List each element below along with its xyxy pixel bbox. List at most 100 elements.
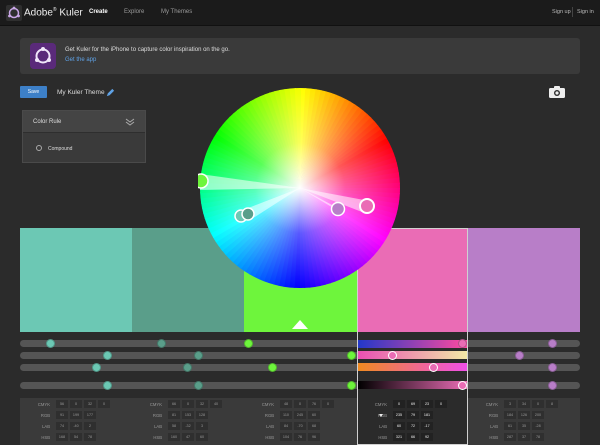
slider-knob-10[interactable] bbox=[515, 351, 524, 360]
value-field[interactable]: 35 bbox=[518, 422, 530, 430]
slider-knob-13[interactable] bbox=[268, 363, 277, 372]
theme-name[interactable]: My Kuler Theme bbox=[57, 89, 105, 96]
caret-down-icon[interactable] bbox=[379, 414, 383, 417]
value-field[interactable]: 0 bbox=[532, 400, 544, 408]
value-field[interactable]: 78 bbox=[532, 433, 544, 441]
value-field[interactable]: -70 bbox=[294, 422, 306, 430]
value-field[interactable]: 3 bbox=[504, 400, 516, 408]
slider-knob-9[interactable] bbox=[388, 351, 397, 360]
value-field[interactable]: 2 bbox=[84, 422, 96, 430]
value-field[interactable]: 61 bbox=[504, 422, 516, 430]
value-field[interactable]: 128 bbox=[196, 411, 208, 419]
value-field[interactable]: -40 bbox=[70, 422, 82, 430]
nav-explore[interactable]: Explore bbox=[124, 9, 144, 15]
slider-knob-4[interactable] bbox=[458, 339, 467, 348]
slider-knob-5[interactable] bbox=[548, 339, 557, 348]
slider-track-blue[interactable] bbox=[20, 364, 580, 371]
slider-knob-3[interactable] bbox=[244, 339, 253, 348]
value-field[interactable]: 79 bbox=[407, 411, 419, 419]
slider-knob-14[interactable] bbox=[429, 363, 438, 372]
slider-knob-11[interactable] bbox=[92, 363, 101, 372]
slider-knob-2[interactable] bbox=[157, 339, 166, 348]
value-field[interactable]: 32 bbox=[84, 400, 96, 408]
nav-create[interactable]: Create bbox=[89, 9, 108, 15]
slider-knob-15[interactable] bbox=[548, 363, 557, 372]
value-field[interactable]: 184 bbox=[504, 411, 516, 419]
pencil-edit-icon[interactable] bbox=[106, 88, 115, 97]
value-field[interactable]: 245 bbox=[294, 411, 306, 419]
value-field[interactable]: 168 bbox=[56, 433, 68, 441]
value-field[interactable]: 0 bbox=[393, 400, 405, 408]
camera-icon[interactable] bbox=[549, 86, 565, 98]
value-field[interactable]: 66 bbox=[407, 433, 419, 441]
value-field[interactable]: 68 bbox=[308, 422, 320, 430]
color-rule-header[interactable]: Color Rule bbox=[23, 111, 145, 133]
value-field[interactable]: 160 bbox=[168, 433, 180, 441]
value-field[interactable]: 0 bbox=[435, 400, 447, 408]
value-field[interactable]: 47 bbox=[182, 433, 194, 441]
value-field[interactable]: 32 bbox=[196, 400, 208, 408]
slider-knob-7[interactable] bbox=[194, 351, 203, 360]
value-field[interactable]: -32 bbox=[182, 422, 194, 430]
value-field[interactable]: 0 bbox=[98, 400, 110, 408]
value-field[interactable]: 84 bbox=[280, 422, 292, 430]
value-field[interactable]: 200 bbox=[532, 411, 544, 419]
sign-in-link[interactable]: Sign in bbox=[577, 9, 594, 15]
kuler-logo-icon[interactable] bbox=[6, 5, 22, 21]
value-field[interactable]: 8 bbox=[546, 400, 558, 408]
value-field[interactable]: 34 bbox=[518, 400, 530, 408]
value-field[interactable]: 69 bbox=[407, 400, 419, 408]
compound-radio[interactable] bbox=[36, 145, 42, 151]
value-field[interactable]: 60 bbox=[308, 411, 320, 419]
swatch-1[interactable] bbox=[20, 228, 132, 332]
value-field[interactable]: 126 bbox=[518, 411, 530, 419]
value-field[interactable]: 3 bbox=[196, 422, 208, 430]
value-field[interactable]: 66 bbox=[168, 400, 180, 408]
slider-track-red[interactable] bbox=[20, 340, 580, 347]
value-field[interactable]: 321 bbox=[393, 433, 405, 441]
slider-knob-8[interactable] bbox=[347, 351, 356, 360]
value-field[interactable]: 54 bbox=[70, 433, 82, 441]
slider-knob-18[interactable] bbox=[347, 381, 356, 390]
value-field[interactable]: 0 bbox=[294, 400, 306, 408]
value-field[interactable]: 40 bbox=[210, 400, 222, 408]
value-field[interactable]: 92 bbox=[421, 433, 433, 441]
value-field[interactable]: 235 bbox=[393, 411, 405, 419]
wheel-handle-base[interactable] bbox=[198, 173, 209, 189]
slider-knob-20[interactable] bbox=[548, 381, 557, 390]
slider-knob-19[interactable] bbox=[458, 381, 467, 390]
kuler-app-icon[interactable] bbox=[30, 43, 56, 69]
slider-knob-16[interactable] bbox=[103, 381, 112, 390]
slider-knob-1[interactable] bbox=[46, 339, 55, 348]
value-field[interactable]: 177 bbox=[84, 411, 96, 419]
value-field[interactable]: 110 bbox=[280, 411, 292, 419]
wheel-handle-2[interactable] bbox=[241, 207, 255, 221]
value-field[interactable]: 287 bbox=[504, 433, 516, 441]
color-wheel[interactable] bbox=[198, 86, 402, 290]
value-field[interactable]: 74 bbox=[56, 422, 68, 430]
get-app-link[interactable]: Get the app bbox=[65, 57, 96, 63]
value-field[interactable]: 81 bbox=[168, 411, 180, 419]
value-field[interactable]: 153 bbox=[182, 411, 194, 419]
value-field[interactable]: 0 bbox=[322, 400, 334, 408]
value-field[interactable]: -17 bbox=[421, 422, 433, 430]
value-field[interactable]: 0 bbox=[70, 400, 82, 408]
slider-knob-17[interactable] bbox=[194, 381, 203, 390]
value-field[interactable]: 48 bbox=[280, 400, 292, 408]
value-field[interactable]: 23 bbox=[421, 400, 433, 408]
value-field[interactable]: 37 bbox=[518, 433, 530, 441]
wheel-handle-4[interactable] bbox=[359, 198, 375, 214]
value-field[interactable]: -28 bbox=[532, 422, 544, 430]
value-field[interactable]: 76 bbox=[294, 433, 306, 441]
value-field[interactable]: 60 bbox=[393, 422, 405, 430]
swatch-5[interactable] bbox=[468, 228, 580, 332]
value-field[interactable]: 56 bbox=[56, 400, 68, 408]
value-field[interactable]: 91 bbox=[56, 411, 68, 419]
value-field[interactable]: 104 bbox=[280, 433, 292, 441]
chevron-down-icon[interactable] bbox=[125, 118, 135, 126]
value-field[interactable]: 0 bbox=[182, 400, 194, 408]
value-field[interactable]: 181 bbox=[421, 411, 433, 419]
value-field[interactable]: 199 bbox=[70, 411, 82, 419]
nav-my-themes[interactable]: My Themes bbox=[161, 9, 192, 15]
wheel-handle-5[interactable] bbox=[330, 201, 346, 217]
